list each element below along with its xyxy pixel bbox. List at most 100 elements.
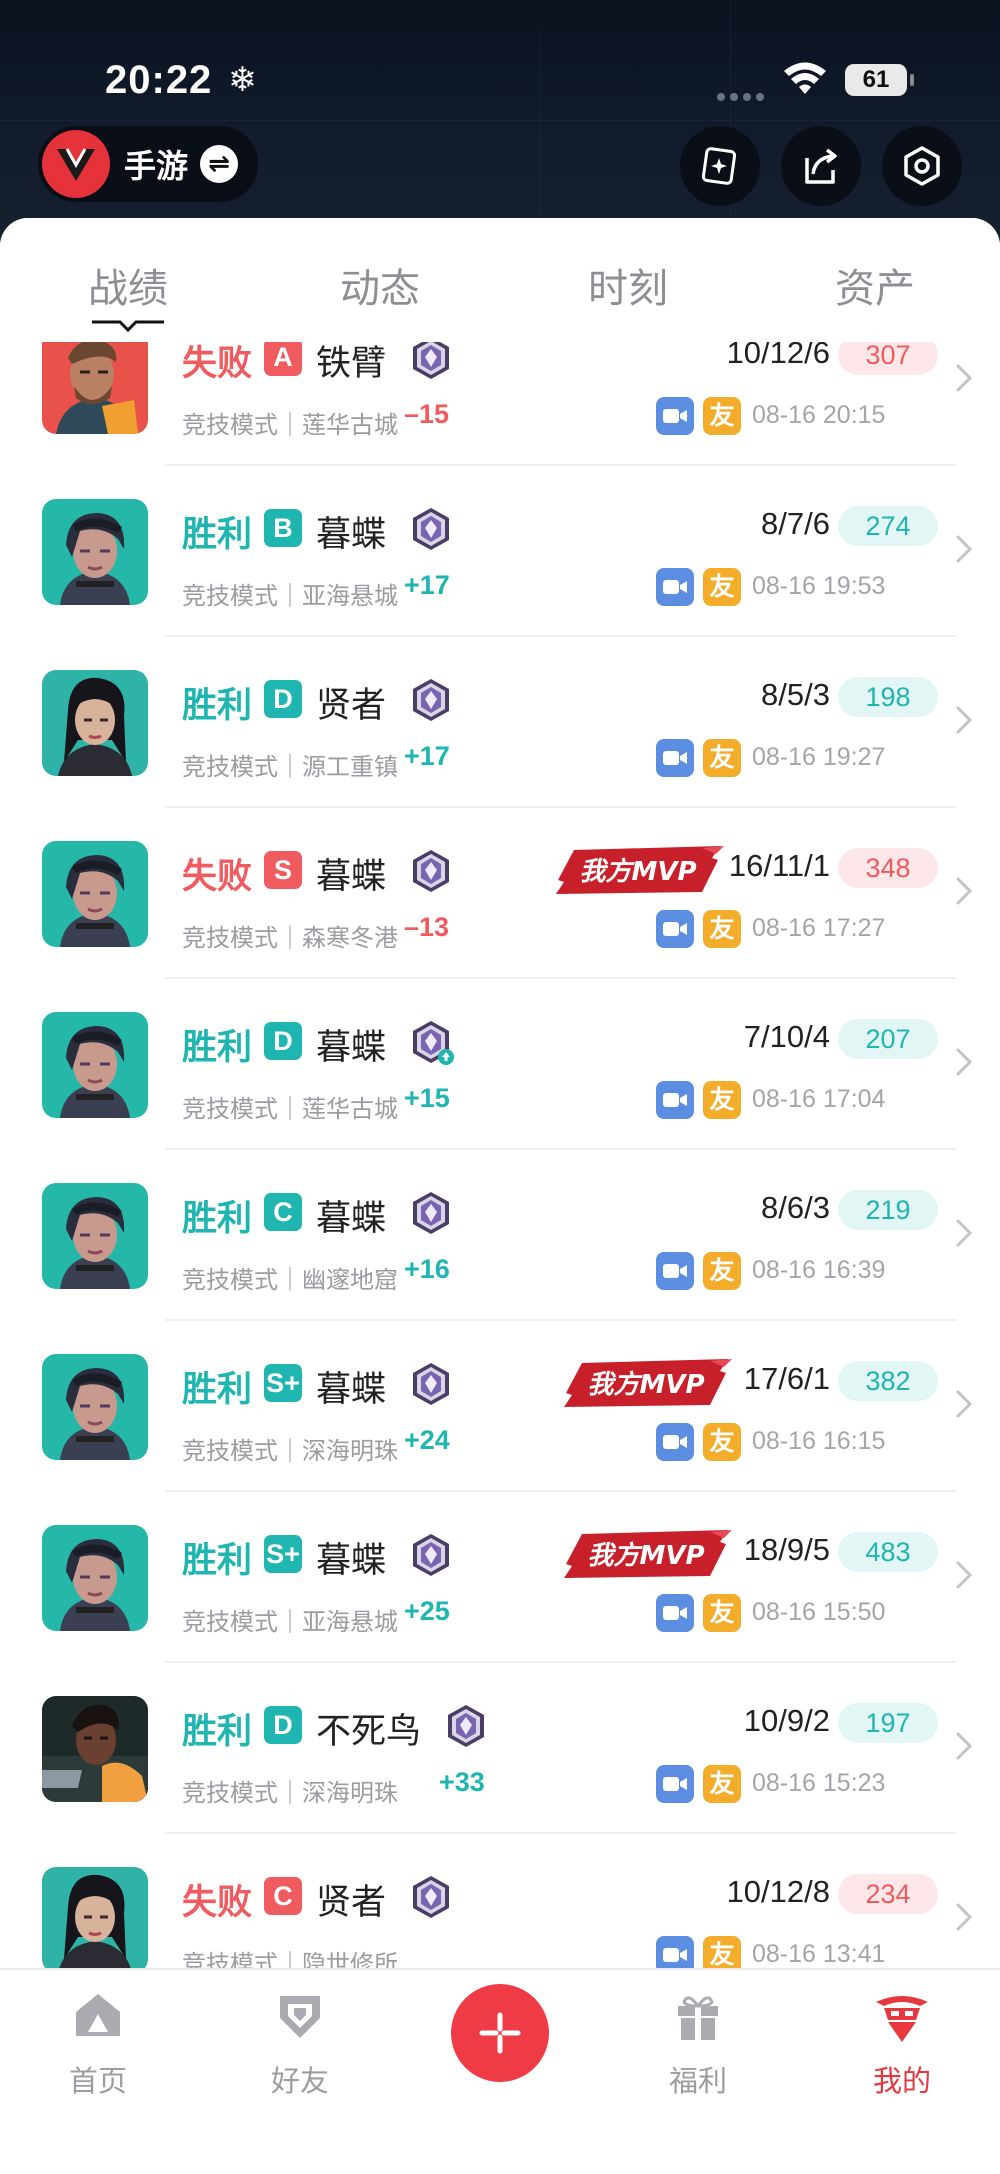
plus-icon [479, 2012, 521, 2054]
video-icon[interactable] [656, 1936, 694, 1968]
match-time: 08-16 16:15 [752, 1427, 886, 1455]
nav-friends[interactable]: 好友 [240, 1988, 360, 2100]
hero-avatar [42, 841, 148, 947]
tab-record[interactable]: 战绩 [48, 256, 208, 333]
nav-profile[interactable]: 我的 [842, 1988, 962, 2100]
rank-points-delta: –13 [404, 912, 450, 942]
tab-moments[interactable]: 时刻 [548, 256, 708, 314]
sparkle-card-icon [701, 147, 737, 185]
grade-badge: S+ [264, 1535, 302, 1573]
tab-assets[interactable]: 资产 [795, 256, 955, 314]
status-time: 20:22 [105, 58, 213, 102]
match-time: 08-16 17:27 [752, 914, 886, 942]
rank-icon [408, 1532, 454, 1578]
grade-badge: B [264, 509, 302, 547]
grade-badge: A [264, 342, 302, 376]
game-logo-icon [42, 130, 110, 198]
match-row[interactable]: 胜利 D 不死鸟 竞技模式｜深海明珠 +33 10/9/2 197 友 08-1… [0, 1663, 1000, 1834]
match-result: 胜利 [182, 1712, 253, 1752]
hero-name: 暮蝶 [316, 1541, 387, 1581]
score-badge: 307 [838, 342, 938, 375]
match-time: 08-16 19:27 [752, 743, 886, 771]
rank-icon [443, 1703, 489, 1749]
match-mode: 竞技模式｜莲华古城 [182, 1095, 398, 1123]
match-mode: 竞技模式｜亚海悬城 [182, 582, 398, 610]
chevron-right-icon [955, 1389, 973, 1423]
rank-points-delta: +16 [404, 1254, 450, 1284]
rank-points-delta: +24 [404, 1425, 450, 1455]
video-icon[interactable] [656, 1252, 694, 1290]
hero-name: 暮蝶 [316, 1370, 387, 1410]
rank-icon [408, 1019, 454, 1065]
nav-benefits[interactable]: 福利 [638, 1988, 758, 2100]
match-mode: 竞技模式｜亚海悬城 [182, 1608, 398, 1636]
kda: 10/12/6 [726, 342, 830, 370]
rank-points-delta: +15 [404, 1083, 450, 1113]
match-row[interactable]: 胜利 B 暮蝶 竞技模式｜亚海悬城 +17 8/7/6 274 友 08-16 … [0, 466, 1000, 637]
hero-name: 暮蝶 [316, 1199, 387, 1239]
bottom-nav: 首页 好友 福利 我的 [0, 1968, 1000, 2174]
settings-button[interactable] [882, 126, 962, 206]
content-card: 战绩 动态 时刻 资产 失败 A 铁臂 竞技模式｜莲华古城 –15 10/12/… [0, 218, 1000, 2174]
match-row[interactable]: 胜利 S+ 暮蝶 竞技模式｜深海明珠 +24 我方MVP 17/6/1 382 … [0, 1321, 1000, 1492]
video-icon[interactable] [656, 910, 694, 948]
hero-name: 暮蝶 [316, 857, 387, 897]
score-badge: 219 [838, 1190, 938, 1230]
video-icon[interactable] [656, 568, 694, 606]
kda: 8/5/3 [761, 677, 830, 712]
rank-icon [408, 848, 454, 894]
video-icon[interactable] [656, 739, 694, 777]
match-mode: 竞技模式｜深海明珠 [182, 1437, 398, 1465]
match-row[interactable]: 胜利 S+ 暮蝶 竞技模式｜亚海悬城 +25 我方MVP 18/9/5 483 … [0, 1492, 1000, 1663]
rank-icon [408, 1361, 454, 1407]
kda: 10/12/8 [726, 1874, 830, 1909]
rank-icon [408, 677, 454, 723]
score-badge: 382 [838, 1361, 938, 1401]
rank-points-delta: +33 [439, 1767, 485, 1797]
match-result: 胜利 [182, 1541, 253, 1581]
kda: 18/9/5 [743, 1532, 830, 1567]
share-button[interactable] [781, 126, 861, 206]
match-list[interactable]: 失败 A 铁臂 竞技模式｜莲华古城 –15 10/12/6 307 友 08-1… [0, 342, 1000, 1968]
match-row[interactable]: 失败 A 铁臂 竞技模式｜莲华古城 –15 10/12/6 307 友 08-1… [0, 342, 1000, 466]
match-row[interactable]: 胜利 D 贤者 竞技模式｜源工重镇 +17 8/5/3 198 友 08-16 … [0, 637, 1000, 808]
profile-icon [876, 1996, 928, 2042]
hero-name: 暮蝶 [316, 515, 387, 555]
grade-badge: D [264, 1022, 302, 1060]
match-result: 胜利 [182, 1199, 253, 1239]
hero-name: 贤者 [316, 686, 387, 726]
kda: 10/9/2 [743, 1703, 830, 1738]
video-icon[interactable] [656, 1081, 694, 1119]
hero-avatar [42, 1696, 148, 1802]
match-row[interactable]: 失败 C 贤者 竞技模式｜隐世修所 10/12/8 234 友 08-16 13… [0, 1834, 1000, 1968]
grade-badge: S+ [264, 1364, 302, 1402]
game-switcher[interactable]: 手游 ⇌ [38, 126, 258, 202]
video-icon[interactable] [656, 1594, 694, 1632]
match-row[interactable]: 胜利 C 暮蝶 竞技模式｜幽邃地窟 +16 8/6/3 219 友 08-16 … [0, 1150, 1000, 1321]
match-mode: 竞技模式｜深海明珠 [182, 1779, 398, 1807]
match-result: 失败 [182, 1883, 253, 1923]
match-time: 08-16 13:41 [752, 1940, 886, 1968]
mvp-badge: 我方MVP [552, 844, 724, 900]
video-icon[interactable] [656, 397, 694, 435]
grade-badge: D [264, 1706, 302, 1744]
match-result: 失败 [182, 857, 253, 897]
chevron-right-icon [955, 363, 973, 397]
sparkle-card-button[interactable] [680, 126, 760, 206]
video-icon[interactable] [656, 1765, 694, 1803]
hero-name: 暮蝶 [316, 1028, 387, 1068]
nav-home[interactable]: 首页 [38, 1988, 158, 2100]
mvp-badge: 我方MVP [560, 1357, 732, 1413]
hero-name: 不死鸟 [316, 1712, 422, 1752]
match-row[interactable]: 胜利 D 暮蝶 竞技模式｜莲华古城 +15 7/10/4 207 友 08-16… [0, 979, 1000, 1150]
friend-icon: 友 [703, 1252, 741, 1290]
tab-active-indicator [92, 320, 164, 333]
tab-feed[interactable]: 动态 [300, 256, 460, 314]
friend-icon: 友 [703, 1765, 741, 1803]
friend-icon: 友 [703, 568, 741, 606]
tab-bar: 战绩 动态 时刻 资产 [0, 218, 1000, 342]
match-row[interactable]: 失败 S 暮蝶 竞技模式｜森寒冬港 –13 我方MVP 16/11/1 348 … [0, 808, 1000, 979]
add-button[interactable] [451, 1984, 549, 2082]
hero-avatar [42, 499, 148, 605]
video-icon[interactable] [656, 1423, 694, 1461]
